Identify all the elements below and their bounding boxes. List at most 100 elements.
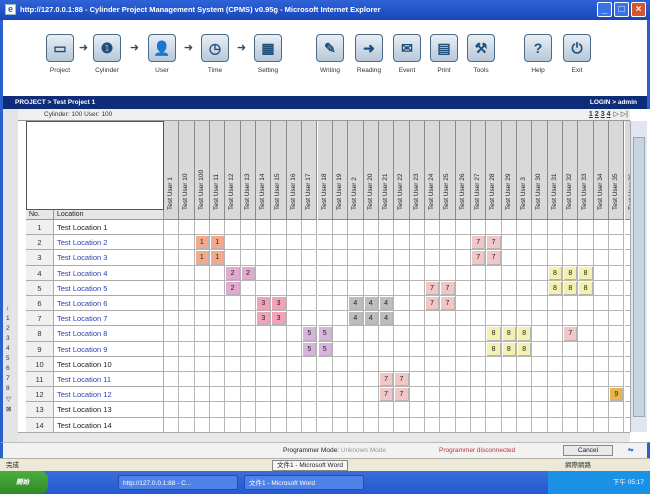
grid-cell[interactable] [394, 235, 410, 251]
grid-cell[interactable] [563, 220, 579, 236]
grid-cell[interactable] [517, 417, 533, 432]
grid-cell[interactable] [348, 220, 364, 236]
assignment-mark[interactable]: 2 [226, 266, 240, 280]
toolbar-time-button[interactable]: ◷ Time [195, 34, 235, 74]
grid-cell[interactable] [332, 356, 349, 372]
grid-cell[interactable] [256, 402, 272, 418]
grid-cell[interactable] [563, 356, 579, 372]
grid-cell[interactable] [302, 280, 318, 296]
grid-cell[interactable] [409, 280, 425, 296]
grid-cell[interactable] [225, 417, 241, 432]
grid-cell[interactable] [271, 372, 287, 388]
grid-cell[interactable] [409, 220, 425, 236]
assignment-mark[interactable]: 5 [318, 342, 332, 356]
grid-cell[interactable] [578, 356, 594, 372]
grid-cell[interactable] [332, 417, 349, 432]
assignment-mark[interactable]: 1 [211, 236, 225, 250]
assignment-mark[interactable]: 8 [579, 281, 593, 295]
grid-cell[interactable] [210, 265, 226, 281]
grid-cell[interactable] [394, 250, 410, 266]
grid-cell[interactable] [225, 220, 241, 236]
grid-cell[interactable] [471, 372, 487, 388]
grid-cell[interactable] [164, 356, 180, 372]
grid-cell[interactable] [286, 356, 303, 372]
grid-cell[interactable] [532, 372, 548, 388]
assignment-mark[interactable]: 7 [472, 251, 486, 265]
grid-cell[interactable] [578, 372, 594, 388]
grid-cell[interactable] [501, 265, 518, 281]
grid-cell[interactable] [609, 326, 625, 342]
grid-cell[interactable] [271, 280, 287, 296]
grid-cell[interactable] [578, 341, 594, 357]
grid-cell[interactable] [593, 387, 610, 403]
assignment-mark[interactable]: 8 [564, 281, 578, 295]
grid-cell[interactable] [271, 356, 287, 372]
user-column-header[interactable]: Test User 35 [609, 121, 625, 220]
grid-cell[interactable] [302, 265, 318, 281]
grid-cell[interactable] [348, 265, 364, 281]
grid-cell[interactable] [256, 220, 272, 236]
vertical-scrollbar[interactable] [630, 121, 647, 432]
grid-cell[interactable] [179, 250, 195, 266]
grid-cell[interactable] [593, 402, 610, 418]
grid-cell[interactable] [164, 280, 180, 296]
grid-cell[interactable] [424, 235, 441, 251]
assignment-mark[interactable]: 4 [364, 297, 378, 311]
grid-cell[interactable] [517, 311, 533, 327]
location-cell[interactable]: Test Location 4 [54, 265, 164, 281]
grid-cell[interactable] [210, 387, 226, 403]
grid-cell[interactable] [593, 265, 610, 281]
grid-cell[interactable] [332, 296, 349, 312]
grid-cell[interactable] [286, 311, 303, 327]
assignment-mark[interactable]: 5 [318, 327, 332, 341]
grid-cell[interactable] [440, 265, 456, 281]
start-button[interactable]: 開始 [0, 471, 48, 494]
grid-cell[interactable] [532, 311, 548, 327]
assignment-mark[interactable]: 7 [487, 251, 501, 265]
horizontal-scrollbar[interactable] [18, 432, 630, 442]
grid-cell[interactable] [363, 280, 379, 296]
grid-cell[interactable] [378, 356, 395, 372]
grid-cell[interactable] [517, 250, 533, 266]
grid-cell[interactable] [486, 402, 502, 418]
toolbar-project-button[interactable]: ▭ Project [40, 34, 80, 74]
grid-cell[interactable] [547, 402, 564, 418]
user-column-header[interactable]: Test User 26 [455, 121, 471, 220]
grid-cell[interactable] [409, 250, 425, 266]
grid-cell[interactable] [164, 296, 180, 312]
grid-cell[interactable] [394, 280, 410, 296]
grid-cell[interactable] [194, 296, 211, 312]
grid-cell[interactable] [286, 220, 303, 236]
grid-cell[interactable] [517, 280, 533, 296]
user-column-header[interactable]: Test User 34 [593, 121, 610, 220]
grid-cell[interactable] [471, 280, 487, 296]
grid-cell[interactable] [164, 265, 180, 281]
grid-cell[interactable] [609, 311, 625, 327]
grid-cell[interactable] [332, 402, 349, 418]
grid-cell[interactable] [609, 356, 625, 372]
grid-cell[interactable] [501, 311, 518, 327]
assignment-mark[interactable]: 8 [487, 342, 501, 356]
toolbar-event-button[interactable]: ✉ Event [387, 34, 427, 74]
user-column-header[interactable]: Test User 19 [332, 121, 349, 220]
user-column-header[interactable]: Test User 10 [179, 121, 195, 220]
assignment-mark[interactable]: 3 [272, 312, 286, 326]
grid-cell[interactable] [455, 341, 471, 357]
grid-cell[interactable] [440, 356, 456, 372]
assignment-mark[interactable]: 8 [518, 342, 532, 356]
grid-cell[interactable] [317, 311, 333, 327]
grid-cell[interactable] [424, 402, 441, 418]
assignment-mark[interactable]: 8 [502, 342, 517, 356]
grid-cell[interactable] [348, 372, 364, 388]
grid-cell[interactable] [179, 387, 195, 403]
grid-cell[interactable] [210, 296, 226, 312]
grid-cell[interactable] [547, 296, 564, 312]
user-column-header[interactable]: Test User 3 [517, 121, 533, 220]
grid-cell[interactable] [578, 250, 594, 266]
grid-cell[interactable] [348, 280, 364, 296]
user-column-header[interactable]: Test User 23 [409, 121, 425, 220]
grid-cell[interactable] [424, 417, 441, 432]
assignment-mark[interactable]: 9 [610, 388, 624, 402]
grid-cell[interactable] [210, 220, 226, 236]
grid-cell[interactable] [609, 250, 625, 266]
